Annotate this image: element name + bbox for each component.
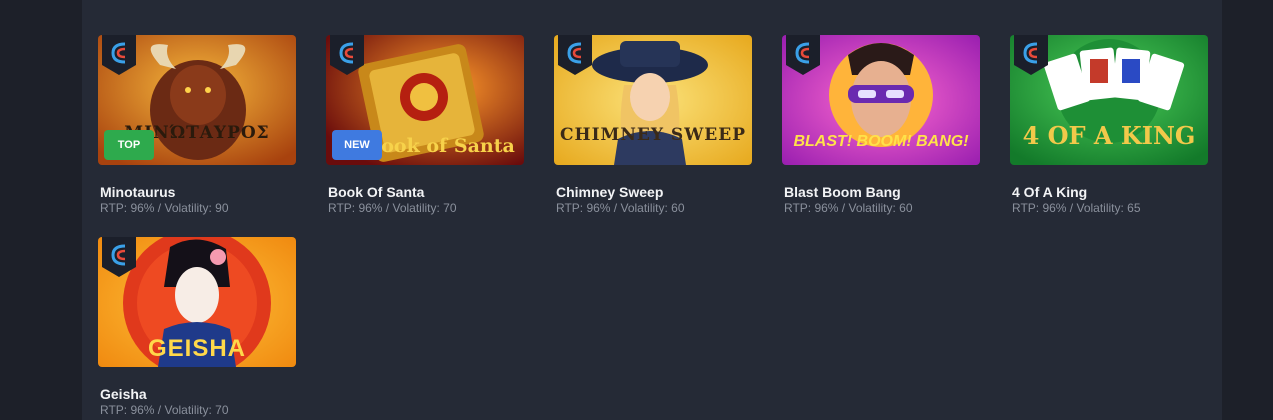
game-thumbnail[interactable]: CHIMNEY SWEEP: [554, 35, 752, 165]
game-meta: RTP: 96% / Volatility: 60: [556, 201, 685, 215]
game-title[interactable]: Book Of Santa: [328, 184, 524, 200]
provider-logo-icon: [558, 35, 592, 75]
game-card-book-of-santa[interactable]: Book of Santa NEW Book Of Santa RTP: 96%…: [326, 35, 524, 237]
provider-logo-icon: [102, 237, 136, 277]
provider-logo-icon: [1014, 35, 1048, 75]
game-thumbnail[interactable]: BLAST! BOOM! BANG!: [782, 35, 980, 165]
game-card-minotaurus[interactable]: ΜΙΝΏΤΑΥΡΟΣ TOP Minotaurus RTP: 96% / Vol…: [98, 35, 296, 237]
provider-logo-icon: [102, 35, 136, 75]
game-title[interactable]: Geisha: [100, 386, 296, 402]
game-card-4-of-a-king[interactable]: 4 OF A KING 4 Of A King RTP: 96% / Volat…: [1010, 35, 1208, 237]
game-meta: RTP: 96% / Volatility: 65: [1012, 201, 1141, 215]
game-card-chimney-sweep[interactable]: CHIMNEY SWEEP Chimney Sweep RTP: 96% / V…: [554, 35, 752, 237]
game-title[interactable]: Minotaurus: [100, 184, 296, 200]
game-art-title: BLAST! BOOM! BANG!: [793, 133, 969, 150]
game-title[interactable]: 4 Of A King: [1012, 184, 1208, 200]
game-thumbnail[interactable]: Book of Santa NEW: [326, 35, 524, 165]
game-meta: RTP: 96% / Volatility: 70: [328, 201, 457, 215]
top-badge: TOP: [104, 130, 154, 160]
game-meta: RTP: 96% / Volatility: 90: [100, 201, 229, 215]
game-art-title: GEISHA: [147, 335, 246, 362]
game-art-title: 4 OF A KING: [1022, 121, 1196, 150]
games-panel: ΜΙΝΏΤΑΥΡΟΣ TOP Minotaurus RTP: 96% / Vol…: [82, 0, 1222, 420]
provider-logo-icon: [330, 35, 364, 75]
game-thumbnail[interactable]: GEISHA: [98, 237, 296, 367]
game-thumbnail[interactable]: ΜΙΝΏΤΑΥΡΟΣ TOP: [98, 35, 296, 165]
game-card-geisha[interactable]: GEISHA Geisha RTP: 96% / Volatility: 70: [98, 237, 296, 420]
game-art-title: CHIMNEY SWEEP: [560, 125, 746, 145]
game-meta: RTP: 96% / Volatility: 70: [100, 403, 229, 417]
game-title[interactable]: Chimney Sweep: [556, 184, 752, 200]
game-grid: ΜΙΝΏΤΑΥΡΟΣ TOP Minotaurus RTP: 96% / Vol…: [98, 35, 1208, 420]
game-card-blast-boom-bang[interactable]: BLAST! BOOM! BANG! Blast Boom Bang RTP: …: [782, 35, 980, 237]
game-thumbnail[interactable]: 4 OF A KING: [1010, 35, 1208, 165]
game-title[interactable]: Blast Boom Bang: [784, 184, 980, 200]
game-meta: RTP: 96% / Volatility: 60: [784, 201, 913, 215]
new-badge: NEW: [332, 130, 382, 160]
provider-logo-icon: [786, 35, 820, 75]
